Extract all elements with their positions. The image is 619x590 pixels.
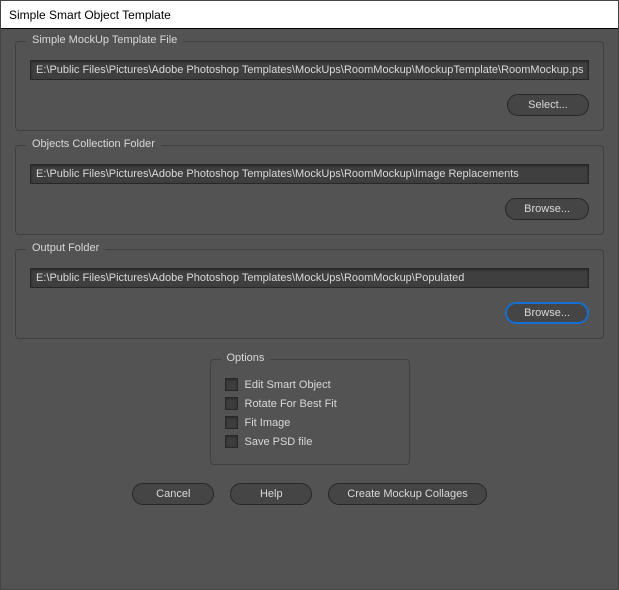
group-options: Options Edit Smart Object Rotate For Bes…: [210, 359, 410, 465]
group-output-folder: Output Folder Browse...: [15, 249, 604, 339]
action-row: Cancel Help Create Mockup Collages: [15, 483, 604, 505]
output-folder-input[interactable]: [30, 268, 589, 288]
collection-folder-legend: Objects Collection Folder: [32, 138, 155, 150]
checkbox-edit-smart-object[interactable]: [225, 378, 238, 391]
titlebar: Simple Smart Object Template: [1, 1, 618, 29]
label-edit-smart-object[interactable]: Edit Smart Object: [245, 379, 331, 391]
options-legend: Options: [227, 352, 265, 364]
label-save-psd[interactable]: Save PSD file: [245, 436, 313, 448]
option-rotate-best-fit: Rotate For Best Fit: [225, 397, 395, 410]
checkbox-save-psd[interactable]: [225, 435, 238, 448]
help-button[interactable]: Help: [230, 483, 312, 505]
output-folder-legend: Output Folder: [32, 242, 99, 254]
group-legend-wrap: Objects Collection Folder: [26, 138, 161, 150]
label-fit-image[interactable]: Fit Image: [245, 417, 291, 429]
cancel-button[interactable]: Cancel: [132, 483, 214, 505]
browse-output-label: Browse...: [524, 307, 570, 319]
dialog-window: Simple Smart Object Template Simple Mock…: [0, 0, 619, 590]
select-template-button[interactable]: Select...: [507, 94, 589, 116]
option-fit-image: Fit Image: [225, 416, 395, 429]
browse-collection-button[interactable]: Browse...: [505, 198, 589, 220]
option-edit-smart-object: Edit Smart Object: [225, 378, 395, 391]
label-rotate-best-fit[interactable]: Rotate For Best Fit: [245, 398, 337, 410]
cancel-label: Cancel: [156, 488, 190, 500]
collection-folder-input[interactable]: [30, 164, 589, 184]
checkbox-rotate-best-fit[interactable]: [225, 397, 238, 410]
template-file-input[interactable]: [30, 60, 589, 80]
checkbox-fit-image[interactable]: [225, 416, 238, 429]
create-label: Create Mockup Collages: [347, 488, 467, 500]
group-template-file: Simple MockUp Template File Select...: [15, 41, 604, 131]
select-template-label: Select...: [528, 99, 568, 111]
group-legend-wrap: Options: [221, 352, 271, 364]
group-legend-wrap: Simple MockUp Template File: [26, 34, 183, 46]
window-title: Simple Smart Object Template: [9, 8, 171, 22]
create-mockup-button[interactable]: Create Mockup Collages: [328, 483, 486, 505]
browse-output-button[interactable]: Browse...: [505, 302, 589, 324]
dialog-body: Simple MockUp Template File Select... Ob…: [1, 29, 618, 589]
group-legend-wrap: Output Folder: [26, 242, 105, 254]
template-file-legend: Simple MockUp Template File: [32, 34, 177, 46]
group-collection-folder: Objects Collection Folder Browse...: [15, 145, 604, 235]
browse-collection-label: Browse...: [524, 203, 570, 215]
help-label: Help: [260, 488, 283, 500]
option-save-psd: Save PSD file: [225, 435, 395, 448]
